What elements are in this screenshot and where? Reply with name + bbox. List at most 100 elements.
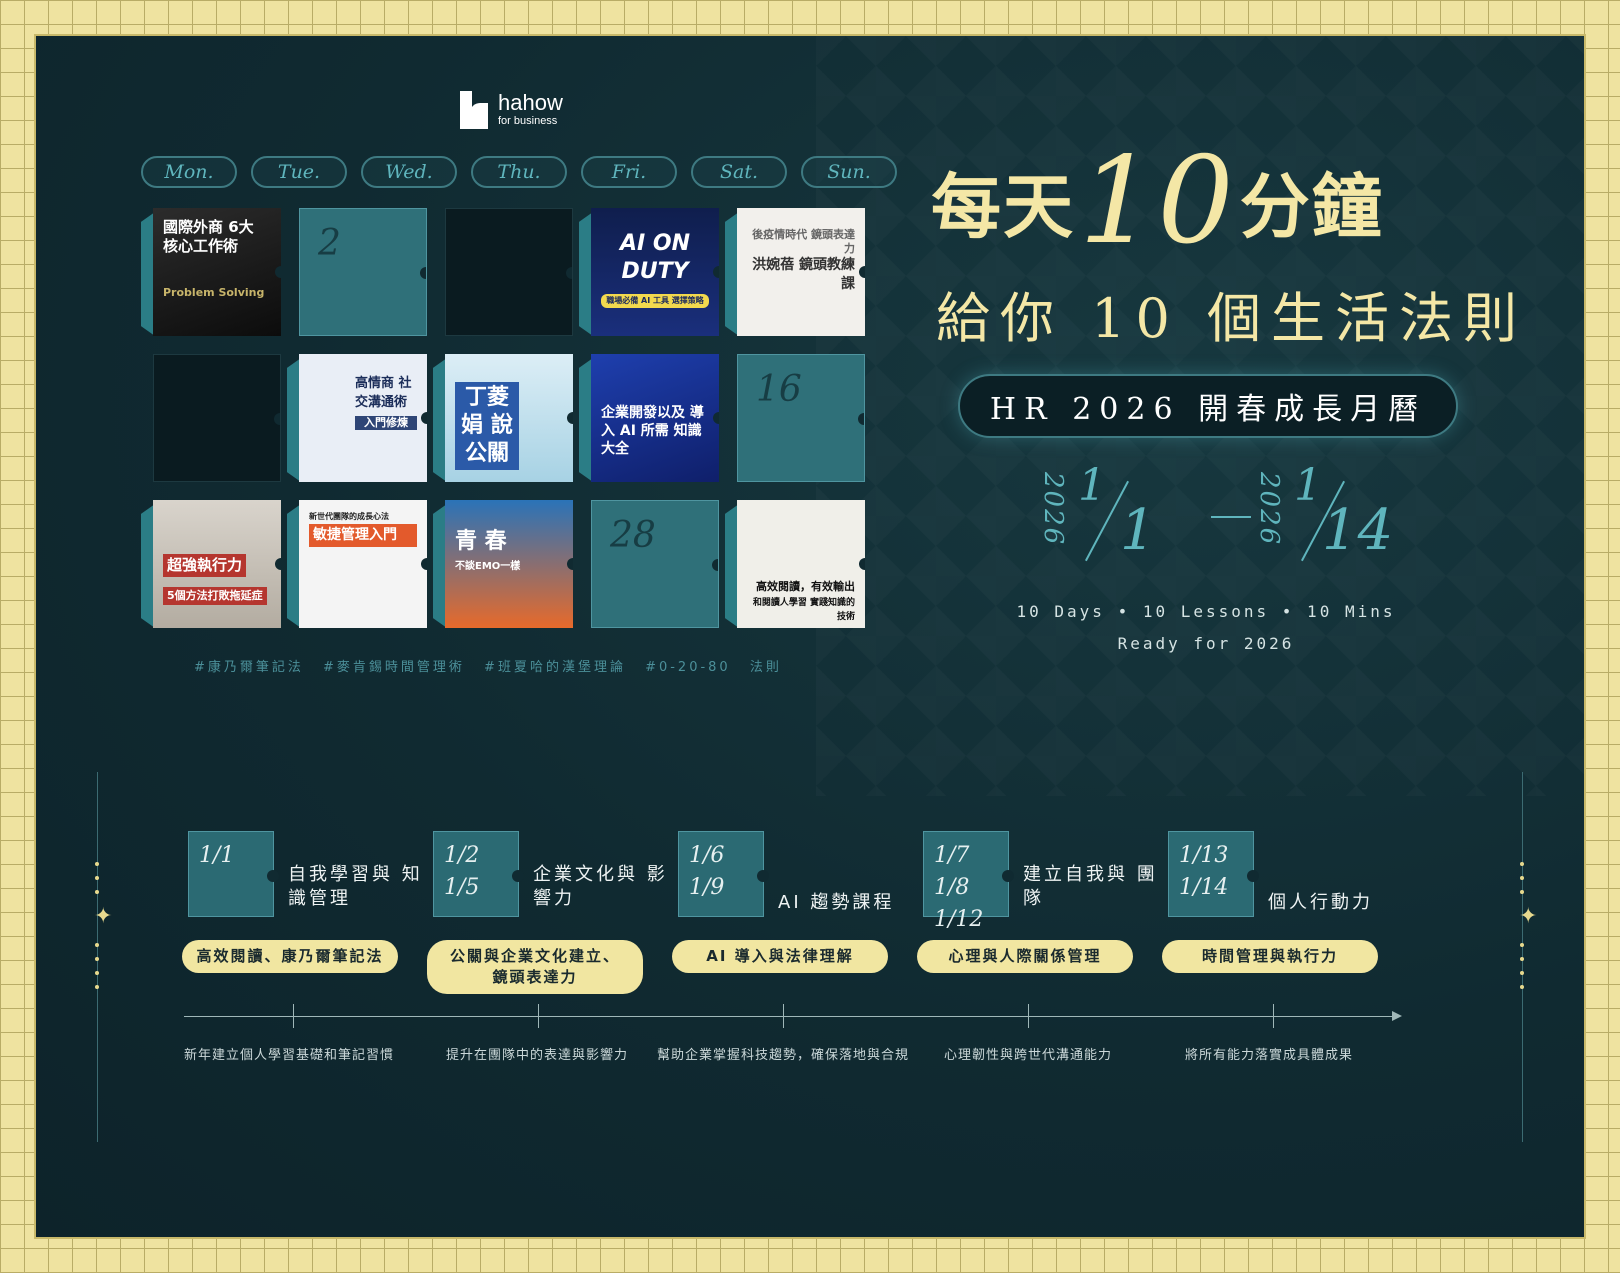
sparkle-icon: ✦ xyxy=(1519,904,1538,929)
course-thumbnail: 高情商 社交溝通術 入門修煉 xyxy=(299,354,427,482)
weekday-fri: Fri. xyxy=(581,156,677,188)
tagline-line2: Ready for 2026 xyxy=(1117,634,1295,653)
timeline-date-box: 1/2 1/5 xyxy=(433,831,524,917)
course-thumbnail: AI ON DUTY 職場必備 AI 工具 選擇策略 xyxy=(591,208,719,336)
course-title: 國際外商 6大 核心工作術 xyxy=(163,218,254,255)
course-subtitle: Problem Solving xyxy=(163,286,265,299)
hahow-logo[interactable]: hahow for business xyxy=(460,91,563,129)
right-dot-ornament: ✦ xyxy=(1519,862,1538,999)
course-title: 敏捷管理入門 xyxy=(309,524,417,547)
start-day: 1 xyxy=(1120,498,1156,563)
headline-pre: 每天 xyxy=(931,165,1075,248)
course-subtitle: 職場必備 AI 工具 選擇策略 xyxy=(601,294,709,308)
timeline-axis xyxy=(184,1016,1394,1017)
course-thumbnail: 國際外商 6大 核心工作術 Problem Solving xyxy=(153,208,281,336)
headline-subtitle: 給你 10 個生活法則 xyxy=(936,287,1528,350)
day-number: 2 xyxy=(318,223,341,264)
course-title: 洪婉蓓 鏡頭教練課 xyxy=(752,257,855,292)
course-thumbnail: 丁菱娟 說公關 xyxy=(445,354,573,482)
timeline-description: 將所有能力落實成具體成果 xyxy=(1185,1048,1354,1063)
course-thumbnail: 青 春 不談EMO一樣 xyxy=(445,500,573,628)
topic-pill: 高效閱讀、康乃爾筆記法 xyxy=(182,940,398,973)
tagline-line1: 10 Days • 10 Lessons • 10 Mins xyxy=(1016,602,1396,621)
timeline-date-box: 1/1 xyxy=(188,831,279,917)
timeline-tick xyxy=(1028,1004,1029,1028)
course-subtitle: 後疫情時代 鏡頭表達力 xyxy=(752,228,855,255)
course-card-agile[interactable]: 新世代團隊的成長心法 敏捷管理入門 xyxy=(287,500,427,630)
date-range: 2026 1 1 2026 1 14 xyxy=(1036,460,1396,576)
course-card-reading[interactable]: 高效閱讀，有效輸出 和閱讀人學習 實踐知識的技術 xyxy=(725,500,865,630)
end-day: 14 xyxy=(1322,498,1394,563)
weekday-header: Mon. Tue. Wed. Thu. Fri. Sat. Sun. xyxy=(141,156,897,188)
course-card-day1[interactable]: 國際外商 6大 核心工作術 Problem Solving xyxy=(141,208,281,338)
calendar-poster: hahow for business Mon. Tue. Wed. Thu. F… xyxy=(34,34,1586,1239)
timeline-tick xyxy=(293,1004,294,1028)
course-card-ai-on-duty[interactable]: AI ON DUTY 職場必備 AI 工具 選擇策略 xyxy=(579,208,719,338)
calendar-day-16: 16 xyxy=(725,354,865,484)
course-title: 丁菱娟 說公關 xyxy=(455,382,519,470)
course-title: 青 春 xyxy=(455,529,507,554)
timeline-date-box: 1/6 1/9 xyxy=(678,831,769,917)
course-card-youth[interactable]: 青 春 不談EMO一樣 xyxy=(433,500,573,630)
course-card-social-communication[interactable]: 高情商 社交溝通術 入門修煉 xyxy=(287,354,427,484)
course-thumbnail: 後疫情時代 鏡頭表達力 洪婉蓓 鏡頭教練課 xyxy=(737,208,865,336)
timeline-topic: AI 趨勢課程 xyxy=(778,892,895,913)
headline-post: 分鐘 xyxy=(1239,165,1384,248)
course-title: 高效閱讀，有效輸出 xyxy=(756,580,855,593)
weekday-mon: Mon. xyxy=(141,156,237,188)
day-number: 28 xyxy=(610,515,656,556)
course-title: 企業開發以及 導入 AI 所需 知識大全 xyxy=(601,405,704,457)
tagline: 10 Days • 10 Lessons • 10 Mins Ready for… xyxy=(956,596,1456,660)
course-subtitle: 入門修煉 xyxy=(355,416,417,430)
topic-pill: 公關與企業文化建立、 鏡頭表達力 xyxy=(427,940,643,994)
course-card-mirror-coach[interactable]: 後疫情時代 鏡頭表達力 洪婉蓓 鏡頭教練課 xyxy=(725,208,865,338)
end-month: 1 xyxy=(1294,460,1322,511)
topic-pill: AI 導入與法律理解 xyxy=(672,940,888,973)
calendar-day-28: 28 xyxy=(579,500,719,630)
course-card-pr[interactable]: 丁菱娟 說公關 xyxy=(433,354,573,484)
timeline-tick xyxy=(783,1004,784,1028)
course-thumbnail: 新世代團隊的成長心法 敏捷管理入門 xyxy=(299,500,427,628)
course-subtitle: 新世代團隊的成長心法 xyxy=(309,512,389,521)
hahow-logo-icon xyxy=(460,91,488,129)
timeline-topic: 個人行動力 xyxy=(1268,892,1373,913)
weekday-tue: Tue. xyxy=(251,156,347,188)
timeline-description: 幫助企業掌握科技趨勢，確保落地與合規 xyxy=(657,1048,910,1063)
logo-name: hahow xyxy=(498,90,563,115)
headline: 每天 10 分鐘 xyxy=(931,132,1384,271)
course-card-execution[interactable]: 超強執行力 5個方法打敗拖延症 xyxy=(141,500,281,630)
timeline-description: 心理韌性與跨世代溝通能力 xyxy=(944,1048,1113,1063)
weekday-sun: Sun. xyxy=(801,156,897,188)
calendar-day-2: 2 xyxy=(287,208,427,338)
course-thumbnail: 高效閱讀，有效輸出 和閱讀人學習 實踐知識的技術 xyxy=(737,500,865,628)
headline-ten: 10 xyxy=(1079,132,1236,271)
start-month: 1 xyxy=(1078,460,1106,511)
course-title: 超強執行力 xyxy=(163,554,247,577)
course-title: 高情商 社交溝通術 xyxy=(355,376,412,410)
timeline-date-box: 1/13 1/14 xyxy=(1168,831,1259,917)
timeline-description: 提升在團隊中的表達與影響力 xyxy=(446,1048,629,1063)
timeline-topic: 建立自我與 團隊 xyxy=(1023,864,1158,909)
course-subtitle: 和閱讀人學習 實踐知識的技術 xyxy=(752,598,855,622)
logo-sub: for business xyxy=(498,115,558,127)
weekday-sat: Sat. xyxy=(691,156,787,188)
course-card-ai-enterprise[interactable]: 企業開發以及 導入 AI 所需 知識大全 xyxy=(579,354,719,484)
course-title: AI ON DUTY xyxy=(620,231,690,284)
timeline-arrow-icon xyxy=(1392,1011,1402,1021)
course-thumbnail: 超強執行力 5個方法打敗拖延症 xyxy=(153,500,281,628)
timeline-topic: 自我學習與 知識管理 xyxy=(288,864,423,909)
topic-pill: 時間管理與執行力 xyxy=(1162,940,1378,973)
timeline-date-box: 1/7 1/8 1/12 xyxy=(923,831,1014,932)
calendar-day-empty xyxy=(141,354,281,484)
course-thumbnail: 企業開發以及 導入 AI 所需 知識大全 xyxy=(591,354,719,482)
weekday-wed: Wed. xyxy=(361,156,457,188)
range-dash xyxy=(1211,516,1251,518)
timeline-tick xyxy=(1273,1004,1274,1028)
left-dot-ornament: ✦ xyxy=(94,862,113,999)
sparkle-icon: ✦ xyxy=(94,904,113,929)
calendar-day-empty xyxy=(433,208,573,338)
course-subtitle: 不談EMO一樣 xyxy=(455,561,521,572)
weekday-thu: Thu. xyxy=(471,156,567,188)
timeline-topic: 企業文化與 影響力 xyxy=(533,864,668,909)
hashtags: #康乃爾筆記法 #麥肯錫時間管理術 #班夏哈的漢堡理論 #0-20-80 法則 xyxy=(194,660,782,675)
